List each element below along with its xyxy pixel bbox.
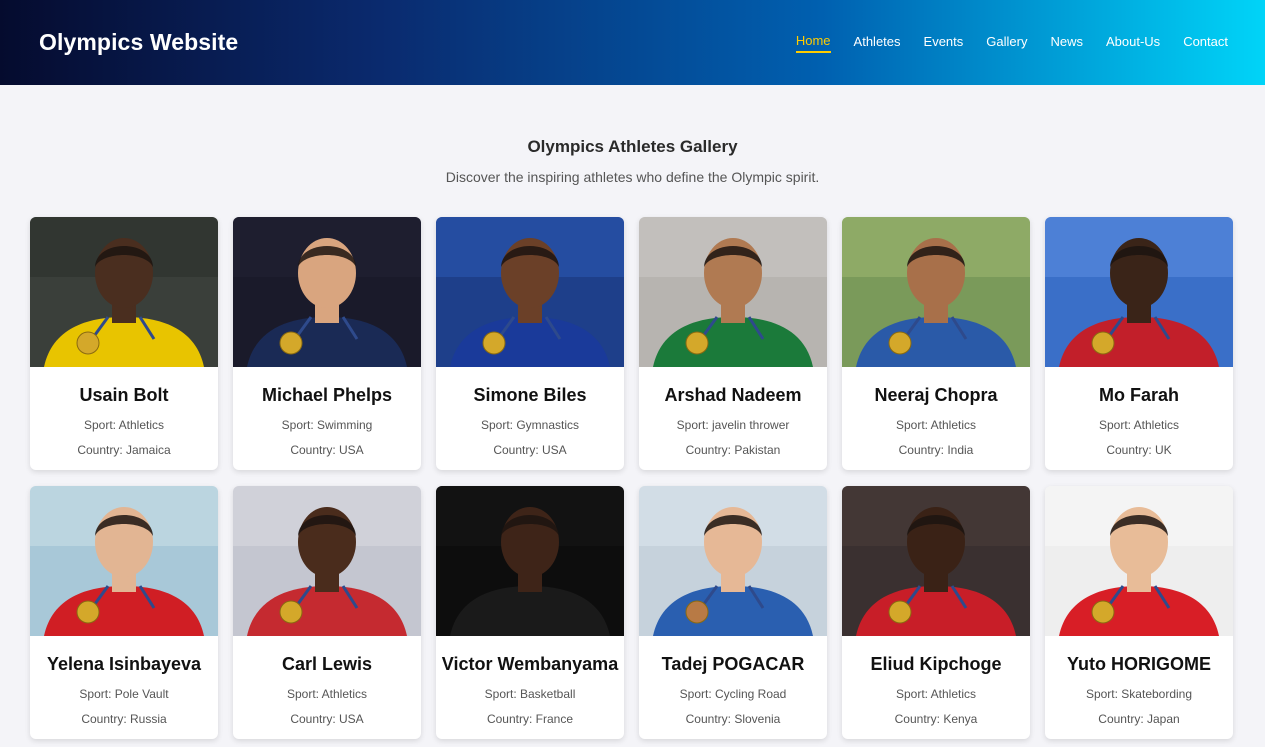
- athlete-country: Country: USA: [290, 712, 364, 726]
- athlete-photo: [30, 217, 218, 367]
- athlete-sport: Sport: Athletics: [1098, 418, 1180, 432]
- athlete-sport: Sport: Skatebording: [1085, 687, 1193, 701]
- athlete-name: Yelena Isinbayeva: [46, 654, 202, 674]
- athlete-card[interactable]: Neeraj Chopra Sport: Athletics Country: In…: [842, 217, 1030, 470]
- athlete-photo: [30, 486, 218, 636]
- athlete-country: Country: Pakistan: [685, 443, 781, 457]
- athlete-card[interactable]: Tadej POGACAR Sport: Cycling Road Country:…: [639, 486, 827, 739]
- athlete-name: Eliud Kipchoge: [870, 654, 1002, 674]
- athlete-country: Country: Russia: [81, 712, 167, 726]
- athlete-sport: Sport: Pole Vault: [79, 687, 169, 701]
- athlete-info: Mo Farah Sport: Athletics Country: UK: [1045, 367, 1233, 457]
- athlete-info: Tadej POGACAR Sport: Cycling Road Country:…: [639, 636, 827, 726]
- athlete-info: Carl Lewis Sport: Athletics Country: USA: [233, 636, 421, 726]
- gallery-title: Olympics Athletes Gallery: [527, 137, 738, 156]
- athlete-country: Country: Japan: [1098, 712, 1180, 726]
- athlete-sport: Sport: Gymnastics: [480, 418, 580, 432]
- athlete-photo: [639, 217, 827, 367]
- athlete-sport: Sport: Athletics: [895, 418, 977, 432]
- athlete-country: Country: Slovenia: [685, 712, 781, 726]
- athlete-card[interactable]: Simone Biles Sport: Gymnastics Country: US…: [436, 217, 624, 470]
- athlete-info: Simone Biles Sport: Gymnastics Country: US…: [436, 367, 624, 457]
- gallery-subtitle: Discover the inspiring athletes who defi…: [445, 169, 820, 185]
- athlete-country: Country: USA: [290, 443, 364, 457]
- athlete-card[interactable]: Eliud Kipchoge Sport: Athletics Country: K…: [842, 486, 1030, 739]
- athlete-name: Neeraj Chopra: [874, 385, 998, 405]
- athlete-name: Michael Phelps: [261, 385, 393, 405]
- athlete-card[interactable]: Carl Lewis Sport: Athletics Country: USA: [233, 486, 421, 739]
- athlete-info: Yuto HORIGOME Sport: Skatebording Country:…: [1045, 636, 1233, 726]
- athlete-info: Neeraj Chopra Sport: Athletics Country: In…: [842, 367, 1030, 457]
- athlete-photo: [1045, 486, 1233, 636]
- athlete-sport: Sport: Basketball: [484, 687, 576, 701]
- athlete-country: Country: USA: [493, 443, 567, 457]
- athlete-info: Usain Bolt Sport: Athletics Country: Jamai…: [30, 367, 218, 457]
- athlete-photo: [842, 486, 1030, 636]
- athlete-info: Eliud Kipchoge Sport: Athletics Country: K…: [842, 636, 1030, 726]
- nav-athletes[interactable]: Athletes: [854, 34, 901, 52]
- athlete-card[interactable]: Yelena Isinbayeva Sport: Pole Vault Countr…: [30, 486, 218, 739]
- athlete-photo: [436, 217, 624, 367]
- site-title[interactable]: Olympics Website: [39, 29, 238, 56]
- athlete-card[interactable]: Mo Farah Sport: Athletics Country: UK: [1045, 217, 1233, 470]
- nav-contact[interactable]: Contact: [1183, 34, 1228, 52]
- athlete-info: Yelena Isinbayeva Sport: Pole Vault Countr…: [30, 636, 218, 726]
- athlete-name: Carl Lewis: [281, 654, 373, 674]
- nav-events[interactable]: Events: [924, 34, 964, 52]
- athlete-info: Michael Phelps Sport: Swimming Country: US…: [233, 367, 421, 457]
- athlete-country: Country: India: [898, 443, 974, 457]
- athlete-card[interactable]: Victor Wembanyama Sport: Basketball Countr…: [436, 486, 624, 739]
- athlete-name: Simone Biles: [473, 385, 587, 405]
- athlete-name: Arshad Nadeem: [664, 385, 802, 405]
- athlete-photo: [233, 217, 421, 367]
- athlete-photo: [842, 217, 1030, 367]
- athlete-name: Tadej POGACAR: [661, 654, 805, 674]
- athlete-name: Mo Farah: [1098, 385, 1179, 405]
- athlete-sport: Sport: Cycling Road: [679, 687, 787, 701]
- athlete-info: Arshad Nadeem Sport: javelin thrower Count…: [639, 367, 827, 457]
- nav-about-us[interactable]: About-Us: [1106, 34, 1160, 52]
- athlete-grid: Usain Bolt Sport: Athletics Country: Jamai…: [30, 217, 1235, 739]
- athlete-sport: Sport: Athletics: [83, 418, 165, 432]
- athlete-photo: [639, 486, 827, 636]
- athlete-card[interactable]: Usain Bolt Sport: Athletics Country: Jamai…: [30, 217, 218, 470]
- athlete-sport: Sport: Athletics: [895, 687, 977, 701]
- athlete-sport: Sport: Athletics: [286, 687, 368, 701]
- athlete-country: Country: Jamaica: [77, 443, 171, 457]
- gallery-header: Olympics Athletes Gallery Discover the i…: [0, 136, 1265, 186]
- athlete-country: Country: France: [486, 712, 574, 726]
- nav-news[interactable]: News: [1050, 34, 1083, 52]
- athlete-country: Country: Kenya: [894, 712, 978, 726]
- athlete-sport: Sport: Swimming: [281, 418, 373, 432]
- site-header: Olympics Website Home Athletes Events Ga…: [0, 0, 1265, 85]
- athlete-photo: [1045, 217, 1233, 367]
- athlete-photo: [436, 486, 624, 636]
- athlete-sport: Sport: javelin thrower: [676, 418, 790, 432]
- athlete-name: Victor Wembanyama: [441, 654, 619, 674]
- athlete-card[interactable]: Yuto HORIGOME Sport: Skatebording Country:…: [1045, 486, 1233, 739]
- main-nav: Home Athletes Events Gallery News About-…: [773, 33, 1228, 53]
- athlete-card[interactable]: Arshad Nadeem Sport: javelin thrower Count…: [639, 217, 827, 470]
- nav-gallery[interactable]: Gallery: [986, 34, 1027, 52]
- nav-home[interactable]: Home: [795, 33, 831, 53]
- athlete-country: Country: UK: [1106, 443, 1172, 457]
- athlete-photo: [233, 486, 421, 636]
- athlete-name: Yuto HORIGOME: [1067, 654, 1211, 674]
- athlete-name: Usain Bolt: [79, 385, 169, 405]
- athlete-info: Victor Wembanyama Sport: Basketball Countr…: [436, 636, 624, 726]
- athlete-card[interactable]: Michael Phelps Sport: Swimming Country: US…: [233, 217, 421, 470]
